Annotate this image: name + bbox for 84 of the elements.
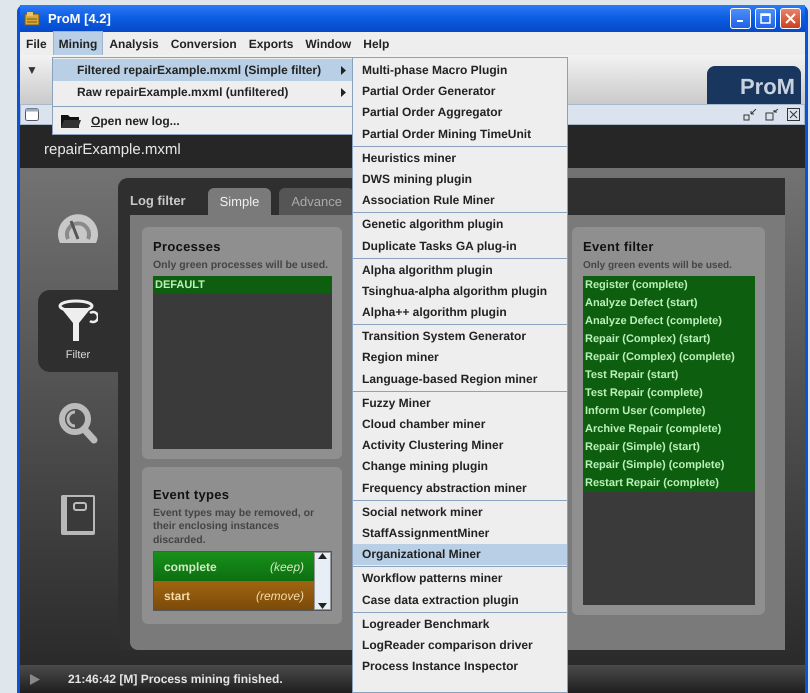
- frame-icon: [25, 108, 39, 121]
- maximize-button[interactable]: [755, 8, 776, 29]
- menu-item[interactable]: Transition System Generator: [353, 326, 567, 348]
- scroll-down-icon[interactable]: [318, 603, 327, 610]
- menu-item[interactable]: DWS mining plugin: [353, 168, 567, 190]
- tabs-label: Log filter: [130, 192, 187, 210]
- book-icon: [59, 493, 97, 537]
- menu-item[interactable]: Exports: [242, 30, 300, 56]
- arrow-icon: [341, 66, 346, 74]
- event-item[interactable]: Test Repair (start): [583, 366, 755, 384]
- menu-item[interactable]: Filtered repairExample.mxml (Simple filter): [53, 59, 352, 81]
- menu-item[interactable]: LogReader comparison driver: [353, 634, 567, 656]
- menu-item[interactable]: Raw repairExample.mxml (unfiltered): [53, 81, 352, 103]
- menu-item[interactable]: Conversion: [164, 30, 243, 56]
- menu-item[interactable]: Process Instance Inspector: [353, 656, 567, 678]
- menu-item[interactable]: Logreader Benchmark: [353, 614, 567, 635]
- minimize-button[interactable]: [730, 8, 751, 29]
- menu-item[interactable]: File: [20, 30, 53, 56]
- close-icon[interactable]: [787, 108, 800, 121]
- event-item[interactable]: Archive Repair (complete): [583, 420, 755, 438]
- card-hint: Event types may be removed, or their enclosing instances discarded.: [153, 506, 316, 548]
- menu-item[interactable]: Workflow patterns miner: [353, 568, 567, 590]
- folder-icon: [61, 113, 81, 129]
- menu-item[interactable]: Social network miner: [353, 502, 567, 523]
- event-item[interactable]: Repair (Complex) (start): [583, 330, 755, 348]
- event-item[interactable]: Repair (Complex) (complete): [583, 348, 755, 366]
- menu-item[interactable]: Window: [299, 30, 358, 56]
- event-item[interactable]: Inform User (complete): [583, 402, 755, 420]
- menu-item[interactable]: Cloud chamber miner: [353, 414, 567, 436]
- window-title: ProM [4.2]: [48, 10, 111, 28]
- menu-item[interactable]: Association Rule Miner: [353, 190, 567, 212]
- event-type-row[interactable]: complete (keep): [154, 552, 314, 582]
- search-icon: [58, 402, 98, 444]
- event-item[interactable]: Repair (Simple) (start): [583, 438, 755, 456]
- menu-item[interactable]: Tsinghua-alpha algorithm plugin: [353, 280, 567, 302]
- menu-item[interactable]: Partial Order Mining TimeUnit: [353, 124, 567, 145]
- card-title: Event types: [153, 486, 230, 504]
- maximize-icon: [760, 13, 771, 24]
- menu-item[interactable]: Region miner: [353, 347, 567, 369]
- scroll-up-icon[interactable]: [318, 553, 327, 560]
- card-hint: Only green processes will be used.: [153, 258, 330, 272]
- menu-item[interactable]: Frequency abstraction miner: [353, 478, 567, 499]
- process-item[interactable]: DEFAULT: [153, 276, 332, 294]
- toolbar-toggle[interactable]: ▼: [26, 61, 38, 79]
- restore-icon[interactable]: [743, 108, 757, 120]
- play-icon[interactable]: [30, 674, 40, 684]
- menu-item[interactable]: Alpha++ algorithm plugin: [353, 302, 567, 324]
- menu-item[interactable]: Activity Clustering Miner: [353, 435, 567, 456]
- sidebar-item[interactable]: Filter: [38, 290, 118, 372]
- event-item[interactable]: Repair (Simple) (complete): [583, 456, 755, 474]
- event-item[interactable]: Register (complete): [583, 276, 755, 294]
- card-title: Processes: [153, 238, 222, 256]
- menu-item[interactable]: Case data extraction plugin: [353, 590, 567, 611]
- event-item[interactable]: Test Repair (complete): [583, 384, 755, 402]
- menu-item[interactable]: Help: [357, 30, 396, 56]
- card-hint: Only green events will be used.: [583, 258, 733, 272]
- menu-item[interactable]: Heuristics miner: [353, 148, 567, 169]
- event-item[interactable]: Analyze Defect (complete): [583, 312, 755, 330]
- funnel-icon: [58, 298, 98, 343]
- arrow-icon: [341, 88, 346, 96]
- status-message: 21:46:42 [M] Process mining finished.: [68, 671, 283, 688]
- menu-item[interactable]: Alpha algorithm plugin: [353, 260, 567, 281]
- menu-item[interactable]: Organizational Miner: [353, 544, 567, 566]
- event-type-row[interactable]: start (remove): [154, 581, 314, 610]
- app-icon: [24, 10, 40, 26]
- close-button[interactable]: [780, 8, 801, 29]
- menu-item[interactable]: Change mining plugin: [353, 456, 567, 478]
- menu-item[interactable]: Multi-phase Macro Plugin: [353, 60, 567, 82]
- scrollbar[interactable]: [314, 552, 331, 610]
- menu-item[interactable]: StaffAssignmentMiner: [353, 522, 567, 544]
- logo: ProM: [707, 66, 801, 104]
- close-icon: [785, 13, 796, 24]
- menu-item[interactable]: Genetic algorithm plugin: [353, 214, 567, 236]
- menu-item[interactable]: Language-based Region miner: [353, 368, 567, 390]
- menu-item[interactable]: Mining: [52, 30, 104, 56]
- menu-item[interactable]: Duplicate Tasks GA plug-in: [353, 236, 567, 257]
- event-item[interactable]: Analyze Defect (start): [583, 294, 755, 312]
- menu-item[interactable]: Fuzzy Miner: [353, 392, 567, 414]
- menu-item[interactable]: Partial Order Generator: [353, 81, 567, 102]
- card-title: Event filter: [583, 238, 655, 256]
- minimize-icon[interactable]: [765, 108, 779, 120]
- menu-item[interactable]: Analysis: [103, 30, 165, 56]
- event-item[interactable]: Restart Repair (complete): [583, 474, 755, 492]
- tab[interactable]: Simple: [208, 188, 272, 215]
